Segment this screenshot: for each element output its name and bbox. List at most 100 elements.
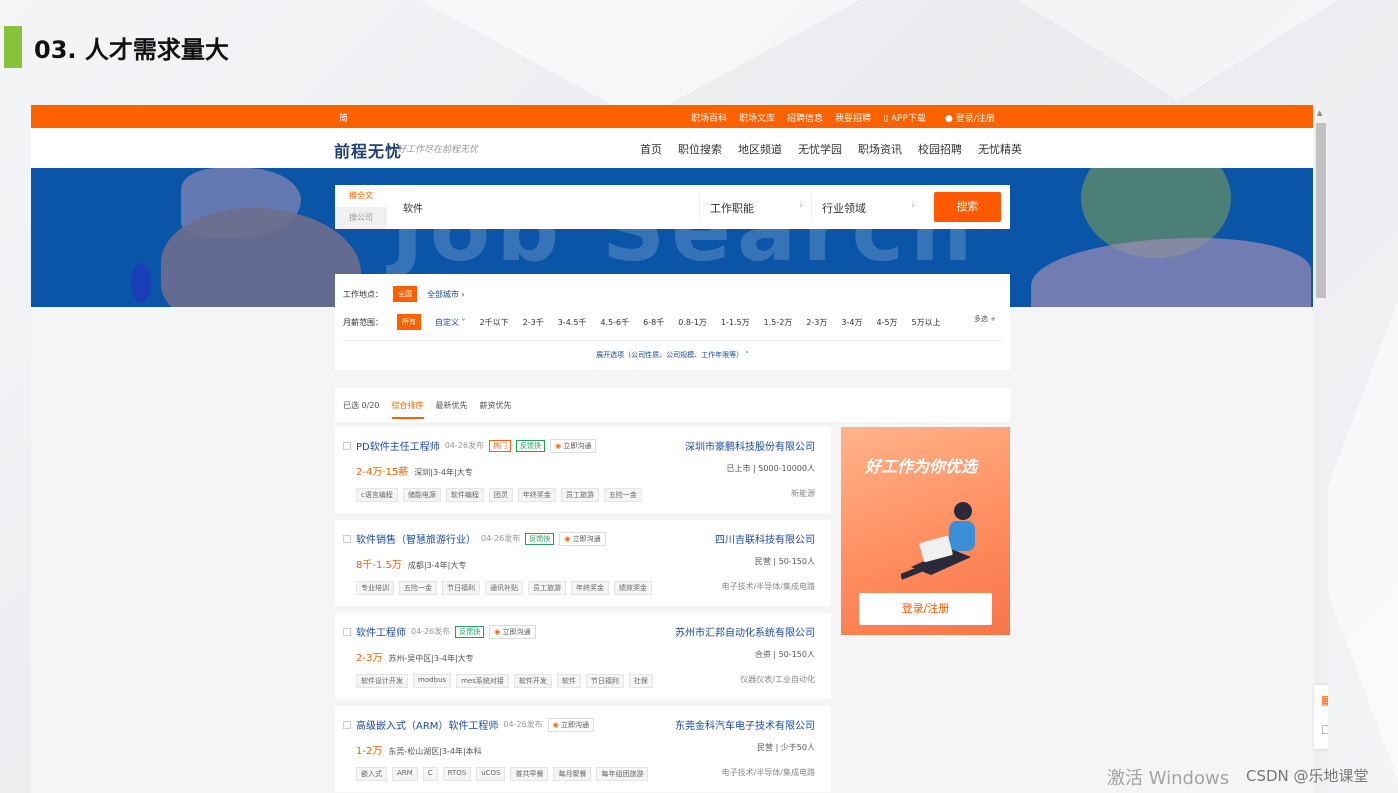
salary-option[interactable]: 1.5-2万 bbox=[764, 317, 793, 328]
industry-select[interactable]: 行业领域 › bbox=[811, 193, 923, 221]
topbar-links: 职场百科 职场文库 招聘信息 我要招聘 ▯ APP下载 bbox=[691, 111, 926, 124]
job-card[interactable]: PD软件主任工程师 04-26发布 热门 反馈快 ◉ 立即沟通 2-4万·15薪… bbox=[335, 427, 831, 513]
csdn-watermark: CSDN @乐地课堂 bbox=[1246, 767, 1369, 785]
nav-item[interactable]: 校园招聘 bbox=[918, 141, 962, 157]
nav-item[interactable]: 无忧学园 bbox=[798, 141, 842, 157]
chat-icon: ◉ bbox=[494, 627, 501, 636]
search-input[interactable]: 软件 bbox=[403, 200, 423, 215]
multi-select-button[interactable]: 多选 + bbox=[974, 314, 996, 324]
company-name[interactable]: 深圳市豪鹏科技股份有限公司 bbox=[685, 438, 815, 453]
slide-title: 03. 人才需求量大 bbox=[34, 36, 229, 64]
job-checkbox[interactable] bbox=[343, 627, 351, 636]
salary-custom[interactable]: 自定义 ˅ bbox=[435, 317, 466, 328]
job-card[interactable]: 高级嵌入式（ARM）软件工程师 04-26发布 ◉ 立即沟通 1-2万 东莞-松山… bbox=[335, 706, 831, 792]
windows-activation-watermark: 激活 Windows bbox=[1107, 768, 1230, 789]
topbar-login[interactable]: ● 登录/注册 bbox=[945, 111, 995, 124]
topbar-link[interactable]: 招聘信息 bbox=[787, 111, 823, 124]
job-tag: RTOS bbox=[442, 767, 472, 781]
job-date: 04-26发布 bbox=[444, 441, 484, 450]
nav-item[interactable]: 地区频道 bbox=[738, 141, 782, 157]
salary-option[interactable]: 1-1.5万 bbox=[721, 317, 750, 328]
job-title[interactable]: PD软件主任工程师 bbox=[356, 438, 440, 453]
feedback-icon[interactable]: ☐ bbox=[1321, 723, 1328, 737]
chat-button[interactable]: ◉ 立即沟通 bbox=[547, 717, 595, 732]
job-tag: modbus bbox=[413, 674, 452, 688]
job-checkbox[interactable] bbox=[343, 720, 351, 729]
language-toggle[interactable]: 简 bbox=[339, 111, 348, 124]
location-option-selected[interactable]: 全国 bbox=[393, 286, 417, 302]
job-title[interactable]: 软件工程师 bbox=[356, 624, 406, 639]
fast-feedback-badge: 反馈快 bbox=[515, 439, 545, 452]
floating-toolbar: ▦ ☐ bbox=[1314, 685, 1328, 749]
all-cities-link[interactable]: 全部城市 › bbox=[427, 289, 465, 300]
tab-company[interactable]: 搜公司 bbox=[335, 207, 387, 229]
person-with-laptop-illustration bbox=[901, 502, 975, 580]
salary-option[interactable]: 2千以下 bbox=[480, 317, 509, 328]
job-meta: 苏州-吴中区|3-4年|大专 bbox=[388, 654, 474, 663]
qr-code-icon[interactable]: ▦ bbox=[1321, 693, 1328, 707]
company-info: 民营 | 少于50人 bbox=[757, 743, 815, 752]
salary-option[interactable]: 4.5-6千 bbox=[600, 317, 629, 328]
fast-feedback-badge: 反馈快 bbox=[525, 532, 555, 545]
nav-item[interactable]: 无忧精英 bbox=[978, 141, 1022, 157]
company-info: 民营 | 50-150人 bbox=[754, 557, 815, 566]
chat-button[interactable]: ◉ 立即沟通 bbox=[549, 438, 597, 453]
job-date: 04-26发布 bbox=[503, 720, 543, 729]
ad-login-button[interactable]: 登录/注册 bbox=[859, 593, 992, 625]
job-tag: ARM bbox=[392, 767, 418, 781]
site-logo[interactable]: 前程无忧 bbox=[334, 138, 402, 162]
job-tag: 嵌入式 bbox=[356, 767, 387, 781]
salary-option[interactable]: 4-5万 bbox=[876, 317, 897, 328]
hot-badge: 热门 bbox=[488, 439, 511, 452]
search-box: 搜全文 搜公司 软件 工作职能 › 行业领域 › 搜索 bbox=[335, 185, 1010, 229]
job-tag: 五险一金 bbox=[603, 488, 642, 502]
nav-item[interactable]: 首页 bbox=[640, 141, 662, 157]
salary-option[interactable]: 6-8千 bbox=[643, 317, 664, 328]
company-industry: 新能源 bbox=[791, 489, 815, 498]
salary-option[interactable]: 0.8-1万 bbox=[678, 317, 707, 328]
selected-count: 已选 0/20 bbox=[343, 401, 380, 410]
company-name[interactable]: 东莞金科汽车电子技术有限公司 bbox=[675, 717, 815, 732]
salary-option[interactable]: 2-3万 bbox=[806, 317, 827, 328]
job-card[interactable]: 软件销售（智慧旅游行业） 04-26发布 反馈快 ◉ 立即沟通 8千-1.5万成… bbox=[335, 520, 831, 606]
chat-button[interactable]: ◉ 立即沟通 bbox=[559, 531, 606, 546]
company-industry: 电子技术/半导体/集成电路 bbox=[721, 768, 815, 777]
sort-option[interactable]: 薪资优先 bbox=[480, 400, 512, 419]
chat-icon: ◉ bbox=[564, 534, 571, 543]
topbar-link-app[interactable]: ▯ APP下载 bbox=[883, 111, 926, 124]
topbar-link[interactable]: 我要招聘 bbox=[835, 111, 871, 124]
salary-option-selected[interactable]: 所有 bbox=[397, 314, 421, 330]
sort-option-active[interactable]: 综合排序 bbox=[391, 400, 424, 419]
tab-fulltext[interactable]: 搜全文 bbox=[335, 185, 387, 207]
company-name[interactable]: 苏州市汇邦自动化系统有限公司 bbox=[675, 624, 815, 639]
nav-item[interactable]: 职位搜索 bbox=[678, 141, 722, 157]
scrollbar-thumb[interactable] bbox=[1316, 123, 1326, 298]
topbar-link[interactable]: 职场文库 bbox=[739, 111, 775, 124]
nav-item[interactable]: 职场资讯 bbox=[858, 141, 902, 157]
topbar-link[interactable]: 职场百科 bbox=[691, 111, 727, 124]
job-card[interactable]: 软件工程师 04-26发布 反馈快 ◉ 立即沟通 2-3万 苏州-吴中区|3-4年… bbox=[335, 613, 831, 699]
expand-options-link[interactable]: 展开选项（公司性质、公司规模、工作年限等） ˅ bbox=[335, 350, 1010, 360]
salary-option[interactable]: 3-4万 bbox=[841, 317, 862, 328]
job-title[interactable]: 软件销售（智慧旅游行业） bbox=[356, 531, 476, 546]
job-checkbox[interactable] bbox=[343, 534, 351, 543]
salary-option[interactable]: 3-4.5千 bbox=[558, 317, 587, 328]
salary-label: 月薪范围： bbox=[343, 317, 383, 327]
salary-option[interactable]: 5万以上 bbox=[912, 317, 941, 328]
salary-option[interactable]: 2-3千 bbox=[523, 317, 544, 328]
company-info: 已上市 | 5000-10000人 bbox=[726, 464, 815, 473]
job-title[interactable]: 高级嵌入式（ARM）软件工程师 bbox=[356, 717, 498, 732]
job-tag: 软件 bbox=[556, 674, 581, 688]
company-name[interactable]: 四川吉联科技有限公司 bbox=[715, 531, 815, 546]
company-industry: 电子技术/半导体/集成电路 bbox=[721, 582, 815, 591]
search-button[interactable]: 搜索 bbox=[934, 192, 1001, 222]
job-tag: 软件开发 bbox=[513, 674, 552, 688]
job-salary: 8千-1.5万 bbox=[356, 560, 402, 571]
job-checkbox[interactable] bbox=[343, 441, 351, 450]
job-function-select[interactable]: 工作职能 › bbox=[699, 193, 811, 221]
promo-ad[interactable]: 好工作为你优选 登录/注册 bbox=[841, 427, 1010, 635]
scroll-up-icon[interactable]: ▲ bbox=[1317, 109, 1322, 117]
sort-option[interactable]: 最新优先 bbox=[436, 400, 468, 419]
chat-button[interactable]: ◉ 立即沟通 bbox=[489, 624, 536, 639]
job-tag: 员工旅游 bbox=[560, 488, 599, 502]
